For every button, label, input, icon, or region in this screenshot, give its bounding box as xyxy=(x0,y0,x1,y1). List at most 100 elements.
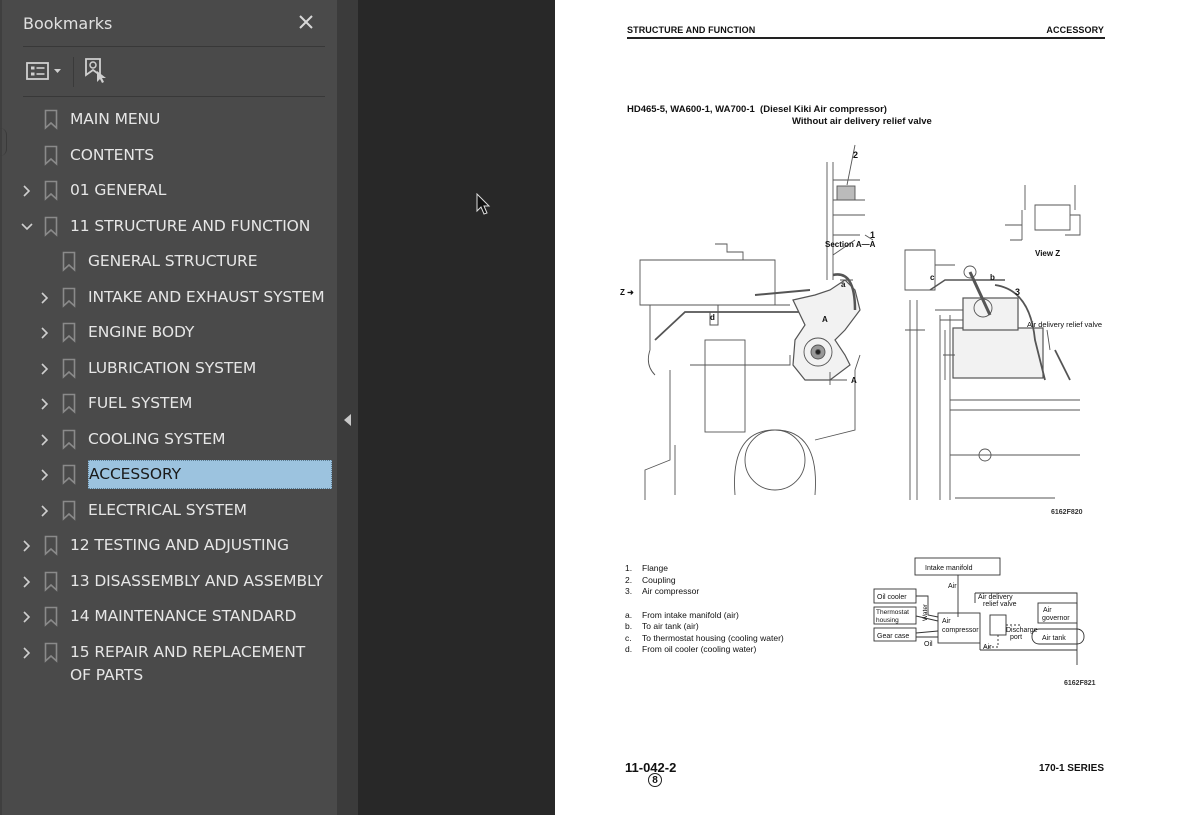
figure-subtitle: Without air delivery relief valve xyxy=(792,116,932,127)
label-c: c xyxy=(930,273,935,282)
figure-code-2: 6162F821 xyxy=(1064,680,1096,687)
close-icon-glyph xyxy=(299,15,313,29)
legend-row: a. From intake manifold (air) xyxy=(625,610,784,622)
legend-key: 1. xyxy=(625,563,633,573)
bookmark-item[interactable]: 15 REPAIR AND REPLACEMENT OF PARTS xyxy=(2,635,339,693)
bookmark-label[interactable]: LUBRICATION SYSTEM xyxy=(88,357,256,380)
chevron-right-icon[interactable] xyxy=(38,467,52,481)
chevron-right-icon[interactable] xyxy=(20,609,34,623)
legend-text: Flange xyxy=(642,563,668,573)
bookmark-item[interactable]: 13 DISASSEMBLY AND ASSEMBLY xyxy=(2,564,339,600)
pdf-page: STRUCTURE AND FUNCTION ACCESSORY HD465-5… xyxy=(555,0,1200,815)
find-current-bookmark-button[interactable] xyxy=(83,55,111,87)
discharge-label-2: port xyxy=(1010,634,1022,641)
options-menu-button[interactable] xyxy=(25,55,67,87)
engine-front-drawing: 2 1 Section A—A Z ➜ a d A A xyxy=(620,144,876,500)
page-header-topic: ACCESSORY xyxy=(1046,25,1104,35)
chevron-right-icon[interactable] xyxy=(38,396,52,410)
chevron-right-icon[interactable] xyxy=(20,183,34,197)
legend-row: 3. Air compressor xyxy=(625,586,784,598)
bookmark-icon xyxy=(44,571,58,592)
chevron-right-icon[interactable] xyxy=(20,538,34,552)
legend-row: d. From oil cooler (cooling water) xyxy=(625,644,784,656)
compressor-label-2: compressor xyxy=(942,627,979,634)
label-1: 1 xyxy=(870,230,875,240)
bookmark-label[interactable]: CONTENTS xyxy=(70,144,154,167)
legend-text: Coupling xyxy=(642,574,676,585)
bookmark-item[interactable]: CONTENTS xyxy=(2,138,339,174)
bookmark-item[interactable]: GENERAL STRUCTURE xyxy=(2,244,339,280)
chevron-right-icon[interactable] xyxy=(38,361,52,375)
bookmark-item[interactable]: INTAKE AND EXHAUST SYSTEM xyxy=(2,280,339,316)
bookmark-item[interactable]: FUEL SYSTEM xyxy=(2,386,339,422)
bookmark-label[interactable]: FUEL SYSTEM xyxy=(88,392,192,415)
close-icon[interactable] xyxy=(293,11,319,37)
chevron-right-icon[interactable] xyxy=(38,325,52,339)
bookmark-item[interactable]: COOLING SYSTEM xyxy=(2,422,339,458)
governor-label-1: Air xyxy=(1043,607,1052,614)
chevron-down-icon[interactable] xyxy=(20,219,34,233)
bookmark-label[interactable]: MAIN MENU xyxy=(70,108,160,131)
bookmark-item[interactable]: 12 TESTING AND ADJUSTING xyxy=(2,528,339,564)
chevron-right-icon[interactable] xyxy=(38,290,52,304)
legend-key: 3. xyxy=(625,586,633,596)
air-flow-diagram: Intake manifold Air Oil cooler Thermosta… xyxy=(873,557,1085,665)
bookmark-label[interactable]: GENERAL STRUCTURE xyxy=(88,250,258,273)
chevron-right-icon[interactable] xyxy=(38,503,52,517)
bookmark-item[interactable]: MAIN MENU xyxy=(2,102,339,138)
legend-text: To air tank (air) xyxy=(642,621,699,631)
z-arrow-label: Z ➜ xyxy=(620,288,634,297)
relief-label-1: Air delivery xyxy=(978,594,1013,601)
bookmark-item[interactable]: ENGINE BODY xyxy=(2,315,339,351)
panel-splitter[interactable] xyxy=(337,0,358,815)
bookmark-item[interactable]: LUBRICATION SYSTEM xyxy=(2,351,339,387)
bookmark-item[interactable]: 01 GENERAL xyxy=(2,173,339,209)
legend-text: Air compressor xyxy=(642,586,700,596)
chevron-right-icon[interactable] xyxy=(38,432,52,446)
relief-valve-label: Air delivery relief valve xyxy=(1027,320,1102,329)
bookmark-icon xyxy=(44,145,58,166)
collapse-panel-arrow-icon[interactable] xyxy=(344,414,351,426)
air-tank-label: Air tank xyxy=(1042,635,1066,642)
legend-key: c. xyxy=(625,632,632,643)
bookmark-label[interactable]: INTAKE AND EXHAUST SYSTEM xyxy=(88,286,325,309)
legend-gap xyxy=(625,598,784,610)
label-d: d xyxy=(710,313,715,322)
bookmark-item[interactable]: 11 STRUCTURE AND FUNCTION xyxy=(2,209,339,245)
bookmark-label[interactable]: ELECTRICAL SYSTEM xyxy=(88,499,247,522)
bookmark-label[interactable]: 14 MAINTENANCE STANDARD xyxy=(70,605,296,628)
toolbar-divider xyxy=(23,96,325,97)
bookmark-label[interactable]: 15 REPAIR AND REPLACEMENT OF PARTS xyxy=(70,641,330,687)
chevron-right-icon[interactable] xyxy=(20,645,34,659)
intake-manifold-label: Intake manifold xyxy=(925,565,973,572)
bookmark-item[interactable]: 14 MAINTENANCE STANDARD xyxy=(2,599,339,635)
bookmark-icon xyxy=(62,322,76,343)
bookmark-label[interactable]: COOLING SYSTEM xyxy=(88,428,225,451)
bookmark-label[interactable]: ACCESSORY xyxy=(88,460,332,489)
legend-text: From oil cooler (cooling water) xyxy=(642,644,757,654)
legend-row: b. To air tank (air) xyxy=(625,621,784,633)
legend-text: To thermostat housing (cooling water) xyxy=(642,632,784,643)
chevron-right-icon[interactable] xyxy=(20,574,34,588)
thermostat-label-1: Thermostat xyxy=(876,609,909,616)
bookmark-icon xyxy=(44,642,58,663)
engine-side-drawing: View Z c b 3 Air delivery relief valve xyxy=(904,185,1102,500)
bookmark-label[interactable]: 11 STRUCTURE AND FUNCTION xyxy=(70,215,310,238)
bookmark-icon xyxy=(62,287,76,308)
bookmark-icon xyxy=(44,109,58,130)
bookmark-label[interactable]: 13 DISASSEMBLY AND ASSEMBLY xyxy=(70,570,323,593)
bookmark-label[interactable]: 12 TESTING AND ADJUSTING xyxy=(70,534,289,557)
bookmark-label[interactable]: 01 GENERAL xyxy=(70,179,166,202)
bookmark-item[interactable]: ELECTRICAL SYSTEM xyxy=(2,493,339,529)
bookmarks-toolbar xyxy=(23,55,325,87)
bookmark-item[interactable]: ACCESSORY xyxy=(2,457,339,493)
bookmark-icon xyxy=(62,393,76,414)
bookmark-icon xyxy=(44,606,58,627)
gear-case-label: Gear case xyxy=(877,633,909,640)
find-current-bookmark-icon xyxy=(85,58,106,83)
legend-row: c. To thermostat housing (cooling water) xyxy=(625,633,784,645)
bookmark-label[interactable]: ENGINE BODY xyxy=(88,321,194,344)
bookmarks-panel: Bookmarks MAIN MENU CONTENTS 01 GENERAL … xyxy=(0,0,337,815)
label-A-top: A xyxy=(822,315,828,324)
legend-row: 2. Coupling xyxy=(625,575,784,587)
